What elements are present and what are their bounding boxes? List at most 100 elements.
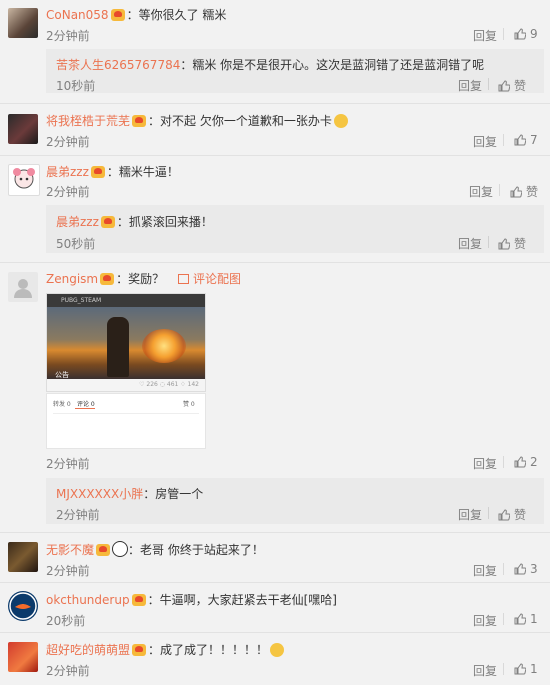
reply-button[interactable]: 回复 [458,77,482,94]
comment-text: ：奖励？ [116,272,165,286]
reply-button[interactable]: 回复 [458,506,482,523]
divider [0,632,550,633]
reply-button[interactable]: 回复 [473,455,497,472]
comment-time: 2分钟前 [46,457,90,471]
card-divider [53,413,199,414]
like-count: 1 [530,612,538,626]
embedded-post-card: 转发 0 评论 0 赞 0 [46,393,206,449]
like-label: 赞 [514,79,527,93]
comment-time: 2分钟前 [46,29,90,43]
like-button[interactable]: 1 [514,662,538,676]
comment-time: 20秒前 [46,614,86,628]
avatar[interactable] [8,114,38,144]
emoji-icon [333,114,348,128]
like-button[interactable]: 赞 [510,183,538,200]
like-count: 7 [530,133,538,147]
like-count: 1 [530,662,538,676]
explosion [142,329,186,363]
thumbs-up-icon [498,238,510,250]
thumbs-up-icon [514,613,526,625]
like-button[interactable]: 3 [514,562,538,576]
comment-time: 2分钟前 [46,664,90,678]
avatar[interactable] [8,164,40,196]
comment-time: 2分钟前 [46,135,90,149]
reply-username[interactable]: 苦茶人生6265767784 [56,58,180,72]
like-button[interactable]: 2 [514,455,538,469]
comment-username[interactable]: CoNan058 [46,8,109,22]
comment-line: okcthunderup ：牛逼啊，大家赶紧去干老仙[嘿哈] [46,591,337,608]
divider [0,262,550,263]
comment-text: ：对不起 欠你一个道歉和一张办卡 [148,114,332,128]
reply-button[interactable]: 回复 [473,27,497,44]
comment-username[interactable]: 无影不魔 [46,543,94,557]
thumbs-up-icon [514,28,526,40]
separator [488,236,489,248]
thumbs-up-icon [514,663,526,675]
divider [0,103,550,104]
vip-badge-icon [132,644,147,656]
like-count: 3 [530,562,538,576]
like-button[interactable]: 赞 [498,235,526,252]
avatar[interactable] [8,8,38,38]
thumbs-up-icon [498,80,510,92]
like-button[interactable]: 1 [514,612,538,626]
vip-badge-icon [110,9,125,21]
avatar[interactable] [8,591,38,621]
reply-line: 苦茶人生6265767784：糯米 你是不是很开心。这次是蓝洞错了还是蓝洞错了呢 [56,56,484,73]
vip-badge-icon [100,216,115,228]
reply-time: 50秒前 [56,237,96,251]
team-logo-icon [9,592,37,620]
reply-username[interactable]: MJXXXXXX小胖 [56,487,143,501]
image-link[interactable]: 评论配图 [177,272,241,286]
reply-button[interactable]: 回复 [473,662,497,679]
comment-time: 2分钟前 [46,185,90,199]
like-button[interactable]: 赞 [498,77,526,94]
comment-line: Zengism ：奖励？ 评论配图 [46,270,241,287]
separator [503,134,504,146]
comment-username[interactable]: Zengism [46,272,98,286]
reply-button[interactable]: 回复 [473,133,497,150]
reply-button[interactable]: 回复 [473,612,497,629]
reply-box: 苦茶人生6265767784：糯米 你是不是很开心。这次是蓝洞错了还是蓝洞错了呢… [46,49,544,93]
reply-text: ：房管一个 [143,487,204,501]
reply-button[interactable]: 回复 [469,183,493,200]
comment-line: 将我桎梏于荒芜 ：对不起 欠你一个道歉和一张办卡 [46,112,348,129]
divider [0,155,550,156]
like-label: 赞 [514,508,527,522]
avatar[interactable] [8,642,38,672]
comment-line: CoNan058 ：等你很久了 糯米 [46,6,226,23]
card-tab-active: 评论 0 [77,401,95,408]
card-tab: 赞 0 [183,401,195,408]
reply-line: 晨弟zzz ：抓紧滚回来播！ [56,213,213,230]
game-scene: 公告 [47,307,205,379]
like-button[interactable]: 赞 [498,506,526,523]
card-tab: 转发 0 [53,401,71,408]
thumbs-up-icon [514,563,526,575]
emoji-icon [270,643,285,657]
thumbs-up-icon [514,456,526,468]
avatar[interactable] [8,272,38,302]
avatar[interactable] [8,542,38,572]
like-button[interactable]: 7 [514,133,538,147]
reply-box: 晨弟zzz ：抓紧滚回来播！ 50秒前 回复 赞 [46,205,544,253]
separator [503,613,504,625]
comment-username[interactable]: okcthunderup [46,593,130,607]
like-button[interactable]: 9 [514,27,538,41]
separator [503,28,504,40]
reply-username[interactable]: 晨弟zzz [56,215,99,229]
vip-badge-icon [100,273,115,285]
comment-username[interactable]: 晨弟zzz [46,165,89,179]
thumbs-up-icon [514,134,526,146]
divider [0,532,550,533]
reply-button[interactable]: 回复 [458,235,482,252]
reply-text: ：糯米 你是不是很开心。这次是蓝洞错了还是蓝洞错了呢 [180,58,485,72]
reply-button[interactable]: 回复 [473,562,497,579]
comment-image[interactable]: PUBG_STEAM 公告 ♡ 226 ◌ 461 ♢ 142 [46,293,206,392]
separator [488,78,489,90]
separator [503,663,504,675]
thumbs-up-icon [510,186,522,198]
vip-badge-icon [90,166,105,178]
comment-username[interactable]: 超好吃的萌萌盟 [46,643,130,657]
comment-username[interactable]: 将我桎梏于荒芜 [46,114,130,128]
comment-feed: CoNan058 ：等你很久了 糯米 2分钟前 回复 9 苦茶人生62657677… [0,0,550,685]
